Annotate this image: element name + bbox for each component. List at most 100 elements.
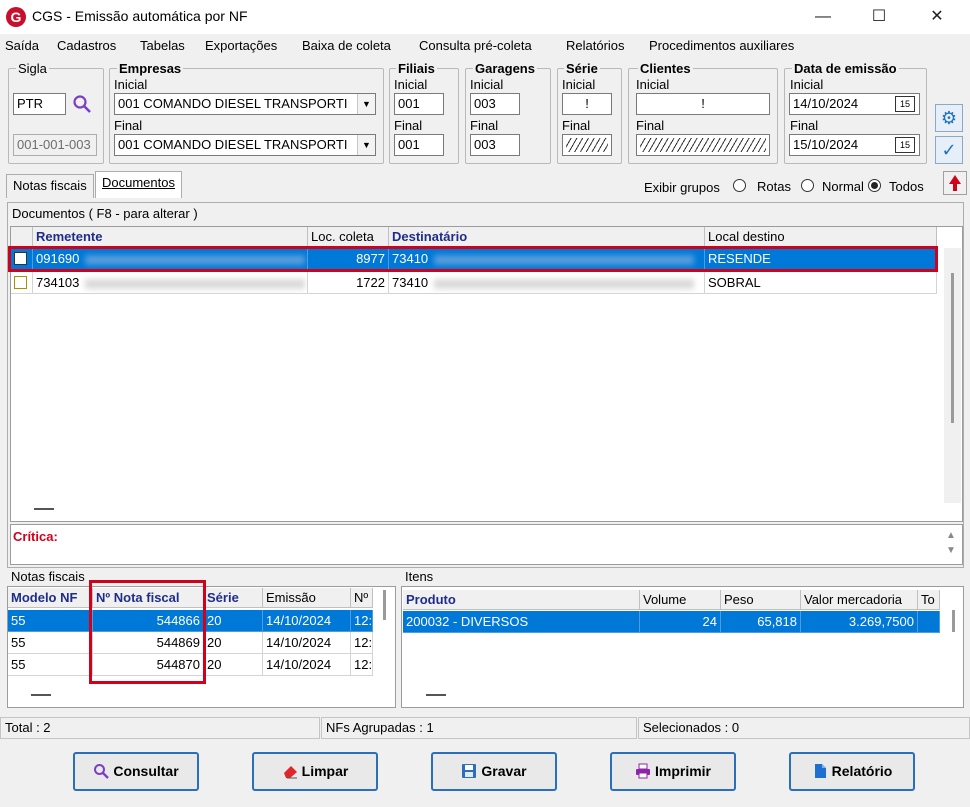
status-selecionados: Selecionados : 0	[638, 717, 970, 739]
radio-todos[interactable]	[868, 179, 881, 192]
sigla-title: Sigla	[16, 61, 49, 76]
imprimir-button[interactable]: Imprimir	[610, 752, 736, 791]
tab-notas-fiscais[interactable]: Notas fiscais	[6, 174, 94, 198]
data-inicial-label: Inicial	[790, 77, 824, 92]
menu-tabelas[interactable]: Tabelas	[140, 38, 185, 53]
empresas-inicial-label: Inicial	[114, 77, 148, 92]
menu-exportacoes[interactable]: Exportações	[205, 38, 277, 53]
limpar-button[interactable]: Limpar	[252, 752, 378, 791]
critica-label: Crítica:	[13, 529, 58, 544]
garagem-final-input[interactable]: 003	[470, 134, 520, 156]
documents-scrollbar[interactable]	[944, 248, 961, 503]
search-icon[interactable]	[72, 94, 92, 114]
chevron-down-icon[interactable]: ▼	[357, 135, 375, 155]
grid-footer-handle	[34, 508, 54, 510]
consultar-button[interactable]: Consultar	[73, 752, 199, 791]
cell-valor: 3.269,7500	[801, 611, 918, 633]
itens-caption: Itens	[405, 569, 434, 584]
radio-rotas[interactable]	[733, 179, 746, 192]
serie-inicial-label: Inicial	[562, 77, 596, 92]
header-emissao[interactable]: Emissão	[263, 588, 351, 608]
cliente-final-input[interactable]	[636, 134, 770, 156]
notas-caption: Notas fiscais	[11, 569, 85, 584]
critica-scroll-arrows[interactable]: ▲ ▼	[944, 528, 958, 558]
header-valor[interactable]: Valor mercadoria	[801, 590, 918, 610]
arrow-up-icon[interactable]	[943, 171, 967, 195]
serie-final-label: Final	[562, 118, 591, 133]
calendar-icon[interactable]: 15	[895, 96, 915, 112]
minimize-button[interactable]: —	[800, 0, 846, 34]
cell-n: 12:	[351, 654, 373, 676]
calendar-icon[interactable]: 15	[895, 137, 915, 153]
chevron-down-icon[interactable]: ▼	[357, 94, 375, 114]
radio-normal[interactable]	[801, 179, 814, 192]
garagem-inicial-input[interactable]: 003	[470, 93, 520, 115]
header-volume[interactable]: Volume	[640, 590, 721, 610]
cell-remetente: 734103	[36, 275, 80, 290]
gravar-button[interactable]: Gravar	[431, 752, 557, 791]
garagens-inicial-label: Inicial	[470, 77, 504, 92]
status-agrupadas: NFs Agrupadas : 1	[321, 717, 637, 739]
cell-to	[918, 611, 940, 633]
serie-inicial-input[interactable]: !	[562, 93, 612, 115]
notas-scrollbar[interactable]	[383, 590, 386, 620]
menu-consulta-pre-coleta[interactable]: Consulta pré-coleta	[419, 38, 532, 53]
serie-title: Série	[564, 61, 600, 76]
maximize-button[interactable]: ☐	[856, 0, 902, 34]
menu-procedimentos[interactable]: Procedimentos auxiliares	[649, 38, 794, 53]
filiais-title: Filiais	[396, 61, 437, 76]
header-peso[interactable]: Peso	[721, 590, 801, 610]
table-row[interactable]: 200032 - DIVERSOS 24 65,818 3.269,7500	[403, 611, 940, 633]
relatorio-button[interactable]: Relatório	[789, 752, 915, 791]
row-checkbox[interactable]	[14, 276, 27, 289]
header-serie[interactable]: Série	[204, 588, 263, 608]
header-local-destino[interactable]: Local destino	[705, 227, 937, 247]
filial-final-input[interactable]: 001	[394, 134, 444, 156]
save-icon	[461, 757, 477, 778]
imprimir-label: Imprimir	[654, 763, 711, 779]
gear-icon[interactable]: ⚙	[935, 104, 963, 132]
critica-box	[10, 524, 963, 565]
header-loc-coleta[interactable]: Loc. coleta	[308, 227, 389, 247]
header-modelo-nf[interactable]: Modelo NF	[8, 588, 93, 608]
menu-saida[interactable]: Saída	[5, 38, 39, 53]
cell-peso: 65,818	[721, 611, 801, 633]
itens-scrollbar[interactable]	[952, 610, 955, 632]
sigla-input[interactable]: PTR	[13, 93, 66, 115]
cell-modelo: 55	[8, 632, 93, 654]
grid-footer-handle	[31, 694, 51, 696]
empresa-inicial-value: 001 COMANDO DIESEL TRANSPORTI	[118, 96, 348, 111]
header-n[interactable]: Nº	[351, 588, 373, 608]
menu-relatorios[interactable]: Relatórios	[566, 38, 625, 53]
consultar-label: Consultar	[113, 763, 179, 779]
header-destinatario[interactable]: Destinatário	[389, 227, 705, 247]
grid-footer-handle	[426, 694, 446, 696]
menu-baixa-coleta[interactable]: Baixa de coleta	[302, 38, 391, 53]
window-title: CGS - Emissão automática por NF	[32, 8, 248, 24]
document-icon	[812, 757, 828, 778]
header-produto[interactable]: Produto	[403, 590, 640, 610]
cell-volume: 24	[640, 611, 721, 633]
eraser-icon	[282, 757, 298, 779]
empresa-inicial-select[interactable]: 001 COMANDO DIESEL TRANSPORTI	[114, 93, 376, 115]
cell-loc-coleta: 1722	[308, 272, 389, 294]
tab-documentos[interactable]: Documentos	[95, 171, 182, 198]
header-remetente[interactable]: Remetente	[33, 227, 308, 247]
table-row[interactable]: 734103 1722 73410 SOBRAL	[11, 272, 937, 294]
serie-final-input[interactable]	[562, 134, 612, 156]
filial-inicial-input[interactable]: 001	[394, 93, 444, 115]
header-to[interactable]: To	[918, 590, 940, 610]
radio-rotas-label[interactable]: Rotas	[757, 180, 791, 194]
cliente-inicial-input[interactable]: !	[636, 93, 770, 115]
cell-serie: 20	[204, 654, 263, 676]
radio-todos-label[interactable]: Todos	[889, 180, 924, 194]
empresa-final-select[interactable]: 001 COMANDO DIESEL TRANSPORTI	[114, 134, 376, 156]
empresas-final-label: Final	[114, 118, 143, 133]
cell-destinatario: 73410	[392, 275, 429, 290]
cell-emissao: 14/10/2024	[263, 610, 351, 632]
check-icon[interactable]: ✓	[935, 136, 963, 164]
close-button[interactable]: ✕	[914, 0, 960, 34]
menu-cadastros[interactable]: Cadastros	[57, 38, 116, 53]
radio-normal-label[interactable]: Normal	[822, 180, 864, 194]
limpar-label: Limpar	[301, 763, 349, 779]
